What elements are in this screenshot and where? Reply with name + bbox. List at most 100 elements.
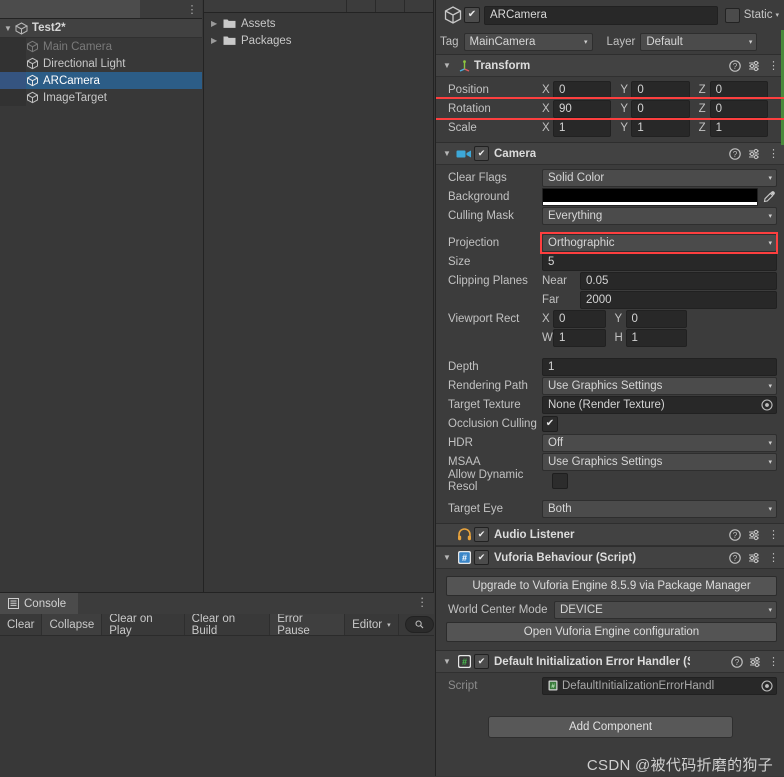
collapse-button[interactable]: Collapse: [42, 614, 103, 635]
object-picker-icon[interactable]: [761, 398, 773, 411]
target-texture-object-field[interactable]: None (Render Texture): [542, 395, 777, 414]
viewport-y-input[interactable]: 0: [625, 309, 687, 328]
console-menu-icon[interactable]: ⋮: [417, 595, 429, 609]
background-color-swatch[interactable]: [542, 187, 758, 206]
help-icon[interactable]: ?: [729, 59, 741, 72]
hierarchy-menu-icon[interactable]: ⋮: [182, 3, 202, 16]
hierarchy-item-arcamera[interactable]: ARCamera: [0, 72, 202, 89]
project-item-assets[interactable]: ▶ Assets: [203, 15, 434, 32]
component-tools: ? ⋮: [729, 59, 784, 72]
size-input[interactable]: 5: [542, 252, 777, 271]
hierarchy-item-directional-light[interactable]: Directional Light: [0, 55, 202, 72]
console-log-area[interactable]: [0, 636, 434, 776]
kebab-menu-icon[interactable]: ⋮: [768, 147, 779, 160]
tag-dropdown[interactable]: MainCamera ▾: [463, 33, 593, 51]
preset-icon[interactable]: [748, 148, 761, 160]
add-component-button[interactable]: Add Component: [488, 716, 733, 738]
rotation-y-input[interactable]: 0: [631, 99, 690, 118]
error-pause-button[interactable]: Error Pause: [270, 613, 346, 637]
eyedropper-icon[interactable]: [761, 190, 777, 203]
viewport-h-input[interactable]: 1: [625, 328, 687, 347]
gameobject-name-input[interactable]: ARCamera: [484, 5, 718, 25]
help-icon[interactable]: ?: [729, 528, 741, 541]
kebab-menu-icon[interactable]: ⋮: [768, 59, 779, 72]
culling-mask-dropdown[interactable]: Everything ▾: [542, 206, 777, 225]
help-icon[interactable]: ?: [729, 147, 741, 160]
occlusion-culling-checkbox[interactable]: ✔: [542, 415, 558, 432]
gameobject-cube-icon[interactable]: [442, 5, 464, 25]
hierarchy-item-imagetarget[interactable]: ImageTarget: [0, 89, 202, 106]
tab-console[interactable]: Console: [0, 593, 79, 614]
component-header-audio-listener[interactable]: ✔ Audio Listener ? ⋮: [436, 523, 784, 546]
clear-flags-dropdown[interactable]: Solid Color ▾: [542, 168, 777, 187]
msaa-dropdown[interactable]: Use Graphics Settings ▾: [542, 452, 777, 471]
rendering-path-dropdown[interactable]: Use Graphics Settings ▾: [542, 376, 777, 395]
world-center-mode-dropdown[interactable]: DEVICE ▾: [554, 600, 777, 619]
clear-on-play-button[interactable]: Clear on Play: [102, 613, 185, 637]
clear-on-build-button[interactable]: Clear on Build: [184, 613, 271, 637]
kebab-menu-icon[interactable]: ⋮: [768, 528, 779, 541]
kebab-menu-icon[interactable]: ⋮: [768, 655, 779, 668]
allow-dynamic-resolution-checkbox[interactable]: [552, 472, 568, 489]
component-header-default-init-error-handler[interactable]: ▼ # ✔ Default Initialization Error Handl…: [436, 650, 784, 673]
vuforia-enabled-checkbox[interactable]: ✔: [474, 550, 489, 565]
project-item-packages[interactable]: ▶ Packages: [203, 32, 434, 49]
viewport-x-input[interactable]: 0: [553, 309, 606, 328]
console-search-input[interactable]: [404, 616, 434, 633]
audio-listener-enabled-checkbox[interactable]: ✔: [474, 527, 489, 542]
check-icon: ✔: [477, 148, 486, 158]
chevron-down-icon[interactable]: ▼: [440, 657, 454, 666]
clipping-far-input[interactable]: 2000: [580, 290, 777, 309]
target-eye-dropdown[interactable]: Both ▾: [542, 499, 777, 518]
static-checkbox[interactable]: [724, 7, 740, 23]
scale-z-input[interactable]: 1: [709, 118, 768, 137]
chevron-down-icon[interactable]: ▼: [440, 61, 454, 70]
default-init-error-handler-enabled-checkbox[interactable]: ✔: [474, 654, 489, 669]
component-header-camera[interactable]: ▼ ✔ Camera ? ⋮: [436, 142, 784, 165]
chevron-right-icon[interactable]: ▶: [211, 36, 223, 45]
hierarchy-item-main-camera[interactable]: Main Camera: [0, 38, 202, 55]
camera-enabled-checkbox[interactable]: ✔: [474, 146, 489, 161]
depth-input[interactable]: 1: [542, 357, 777, 376]
clear-button[interactable]: Clear: [0, 614, 43, 635]
help-icon[interactable]: ?: [731, 655, 743, 668]
upgrade-vuforia-button[interactable]: Upgrade to Vuforia Engine 8.5.9 via Pack…: [446, 576, 777, 596]
open-vuforia-configuration-button[interactable]: Open Vuforia Engine configuration: [446, 622, 777, 642]
position-z-input[interactable]: 0: [709, 80, 768, 99]
editor-dropdown-button[interactable]: Editor ▾: [345, 614, 399, 635]
help-icon[interactable]: ?: [729, 551, 741, 564]
rotation-x-input[interactable]: 90: [553, 99, 612, 118]
chevron-down-icon[interactable]: ▾: [775, 11, 779, 19]
csharp-script-icon: #: [454, 550, 474, 565]
preset-icon[interactable]: [748, 60, 761, 72]
chevron-down-icon[interactable]: ▼: [4, 24, 12, 33]
scale-y-input[interactable]: 1: [631, 118, 690, 137]
preset-icon[interactable]: [749, 656, 762, 668]
console-tab-label: Console: [24, 597, 67, 610]
component-header-transform[interactable]: ▼ Transform ? ⋮: [436, 54, 784, 77]
chevron-down-icon[interactable]: ▼: [440, 149, 454, 158]
hierarchy-scene-row[interactable]: ▼ Test2*: [0, 19, 202, 38]
layer-dropdown[interactable]: Default ▾: [640, 33, 758, 51]
check-icon: ✔: [467, 9, 477, 20]
position-y-input[interactable]: 0: [631, 80, 690, 99]
preset-icon[interactable]: [748, 552, 761, 564]
camera-viewport-xy-row: Viewport Rect X 0 Y 0: [436, 309, 784, 328]
chevron-down-icon[interactable]: ▼: [440, 553, 454, 562]
script-object-field[interactable]: # DefaultInitializationErrorHandl: [542, 676, 777, 695]
hierarchy-tab[interactable]: [0, 0, 140, 18]
rotation-z-input[interactable]: 0: [709, 99, 768, 118]
clipping-near-input[interactable]: 0.05: [580, 271, 777, 290]
chevron-right-icon[interactable]: ▶: [211, 19, 223, 28]
scale-x-input[interactable]: 1: [553, 118, 612, 137]
projection-dropdown[interactable]: Orthographic ▾: [540, 231, 778, 254]
object-picker-icon[interactable]: [761, 679, 773, 692]
kebab-menu-icon[interactable]: ⋮: [768, 551, 779, 564]
chevron-down-icon: ▾: [768, 606, 772, 614]
component-header-vuforia-behaviour[interactable]: ▼ # ✔ Vuforia Behaviour (Script) ? ⋮: [436, 546, 784, 569]
gameobject-enabled-checkbox[interactable]: ✔: [464, 7, 480, 23]
hdr-dropdown[interactable]: Off ▾: [542, 433, 777, 452]
preset-icon[interactable]: [748, 529, 761, 541]
viewport-w-input[interactable]: 1: [553, 328, 606, 347]
position-x-input[interactable]: 0: [553, 80, 612, 99]
